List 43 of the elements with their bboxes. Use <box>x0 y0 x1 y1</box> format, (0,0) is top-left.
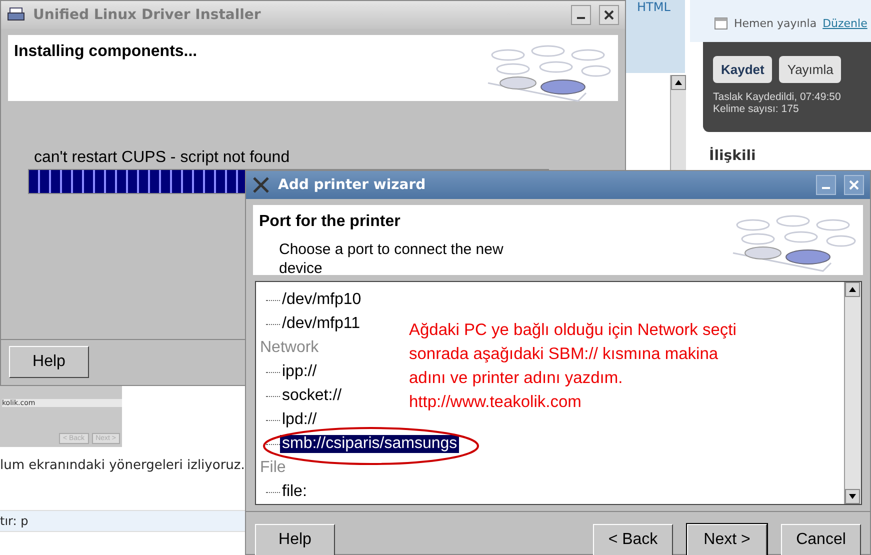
header-title: Port for the printer <box>259 213 402 231</box>
scroll-up-icon[interactable] <box>671 75 686 90</box>
calendar-icon <box>714 16 728 30</box>
close-button[interactable] <box>599 5 619 25</box>
wizard-button[interactable]: < Back <box>593 524 673 555</box>
header-subtitle: Choose a port to connect the new device <box>279 240 504 278</box>
tree-item[interactable]: smb://csiparis/samsungs <box>280 435 460 453</box>
tree-item[interactable]: file: <box>280 483 309 501</box>
tree-item[interactable]: /dev/mfp10 <box>280 291 364 309</box>
scrollbar[interactable] <box>844 282 861 504</box>
tree-group[interactable]: Network <box>260 336 319 360</box>
annotation-text: Ağdaki PC ye bağlı olduğu için Network seçti sonrada aşağıdaki SBM:// kısmına makina adını ve printer adını yazdım. http://www.teakolik.com <box>409 320 736 413</box>
edit-link[interactable]: Düzenle <box>822 16 868 30</box>
tree-item[interactable]: ipp:// <box>280 363 319 381</box>
tree-item[interactable]: /dev/mfp11 <box>280 315 362 333</box>
close-icon <box>604 10 614 20</box>
window-title: Add printer wizard <box>278 177 427 193</box>
close-icon <box>849 180 859 190</box>
header-title: Installing components... <box>14 43 198 62</box>
minimize-icon <box>577 17 585 19</box>
publish-button[interactable]: Yayımla <box>779 56 842 83</box>
wizard-button[interactable]: Cancel <box>781 524 861 555</box>
scroll-down-icon[interactable] <box>845 489 860 504</box>
status-text: can't restart CUPS - script not found <box>34 149 291 167</box>
printer-icon <box>7 7 25 23</box>
draft-status: Taslak Kaydedildi, 07:49:50 <box>713 91 842 103</box>
scroll-up-icon[interactable] <box>845 282 860 297</box>
tree-item[interactable]: socket:// <box>280 387 344 405</box>
tree-item[interactable]: lpd:// <box>280 411 319 429</box>
wizard-button[interactable]: Next > <box>687 524 767 555</box>
article-text: lum ekranındaki yönergeleri izliyoruz. <box>0 458 245 473</box>
minimize-icon <box>822 187 830 189</box>
wizard-button[interactable]: Help <box>255 524 335 555</box>
minimize-button[interactable] <box>571 5 591 25</box>
word-count: Kelime sayısı: 175 <box>713 103 800 115</box>
save-button[interactable]: Kaydet <box>713 56 772 83</box>
html-tab[interactable]: HTML <box>637 0 670 14</box>
tree-group[interactable]: File <box>260 456 286 480</box>
crossed-tools-icon <box>252 176 270 194</box>
window-title: Unified Linux Driver Installer <box>33 7 262 23</box>
help-button[interactable]: Help <box>9 346 89 378</box>
publish-label: Hemen yayınla <box>734 16 817 30</box>
related-heading: İlişkili <box>709 148 756 164</box>
